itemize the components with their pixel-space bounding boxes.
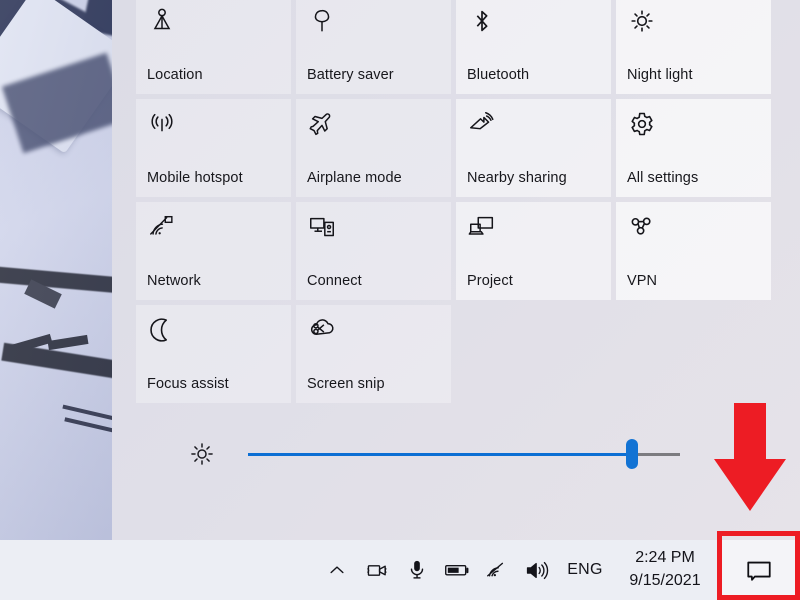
quick-action-tile-battery-saver[interactable]: Battery saver xyxy=(296,0,451,94)
quick-action-label: VPN xyxy=(627,274,760,292)
clock[interactable]: 2:24 PM 9/15/2021 xyxy=(613,540,717,600)
bluetooth-icon xyxy=(467,6,497,36)
volume-icon[interactable] xyxy=(517,540,557,600)
screen-snip-icon xyxy=(307,315,337,345)
slider-thumb[interactable] xyxy=(626,439,638,469)
quick-action-label: All settings xyxy=(627,171,760,189)
brightness-slider[interactable] xyxy=(248,442,680,466)
moon-icon xyxy=(147,315,177,345)
gear-icon xyxy=(627,109,657,139)
quick-action-tile-project[interactable]: Project xyxy=(456,202,611,300)
show-hidden-icons-chevron-icon[interactable] xyxy=(317,540,357,600)
quick-action-label: Focus assist xyxy=(147,377,280,395)
microphone-icon[interactable] xyxy=(397,540,437,600)
desktop-wallpaper[interactable] xyxy=(0,0,112,540)
language-indicator[interactable]: ENG xyxy=(557,540,613,600)
airplane-mode-icon xyxy=(307,109,337,139)
quick-action-label: Bluetooth xyxy=(467,68,600,86)
quick-action-tile-location[interactable]: Location xyxy=(136,0,291,94)
quick-action-tile-nearby-sharing[interactable]: Nearby sharing xyxy=(456,99,611,197)
quick-action-label: Network xyxy=(147,274,280,292)
screen: Location Battery saver xyxy=(0,0,800,600)
wallpaper-shading xyxy=(0,0,112,540)
annotation-arrow-down-icon xyxy=(712,401,788,516)
battery-saver-icon xyxy=(307,6,337,36)
slider-fill xyxy=(248,453,632,456)
quick-action-tile-airplane-mode[interactable]: Airplane mode xyxy=(296,99,451,197)
wifi-icon[interactable] xyxy=(477,540,517,600)
speech-bubble-icon xyxy=(745,559,773,582)
quick-action-tile-vpn[interactable]: VPN xyxy=(616,202,771,300)
quick-action-tile-night-light[interactable]: Night light xyxy=(616,0,771,94)
quick-action-tile-network[interactable]: Network xyxy=(136,202,291,300)
quick-action-label: Nearby sharing xyxy=(467,171,600,189)
mobile-hotspot-icon xyxy=(147,109,177,139)
quick-action-label: Airplane mode xyxy=(307,171,440,189)
quick-action-label: Connect xyxy=(307,274,440,292)
clock-date: 9/15/2021 xyxy=(629,570,700,593)
project-icon xyxy=(467,212,497,242)
quick-action-label: Mobile hotspot xyxy=(147,171,280,189)
quick-action-label: Screen snip xyxy=(307,377,440,395)
network-icon xyxy=(147,212,177,242)
vpn-icon xyxy=(627,212,657,242)
clock-time: 2:24 PM xyxy=(635,547,695,570)
quick-action-tile-mobile-hotspot[interactable]: Mobile hotspot xyxy=(136,99,291,197)
system-tray: ENG 2:24 PM 9/15/2021 xyxy=(317,540,800,600)
quick-actions-grid: Location Battery saver xyxy=(136,0,772,403)
taskbar: ENG 2:24 PM 9/15/2021 xyxy=(0,540,800,600)
notification-center-button[interactable] xyxy=(717,540,800,600)
brightness-icon xyxy=(188,440,216,468)
quick-action-tile-bluetooth[interactable]: Bluetooth xyxy=(456,0,611,94)
action-center-panel: Location Battery saver xyxy=(112,0,800,540)
quick-action-tile-connect[interactable]: Connect xyxy=(296,202,451,300)
quick-action-label: Project xyxy=(467,274,600,292)
night-light-icon xyxy=(627,6,657,36)
quick-action-tile-screen-snip[interactable]: Screen snip xyxy=(296,305,451,403)
quick-action-label: Location xyxy=(147,68,280,86)
quick-action-label: Night light xyxy=(627,68,760,86)
quick-action-tile-all-settings[interactable]: All settings xyxy=(616,99,771,197)
quick-action-tile-focus-assist[interactable]: Focus assist xyxy=(136,305,291,403)
quick-action-label: Battery saver xyxy=(307,68,440,86)
camera-icon[interactable] xyxy=(357,540,397,600)
connect-icon xyxy=(307,212,337,242)
brightness-control xyxy=(188,430,768,478)
battery-icon[interactable] xyxy=(437,540,477,600)
nearby-sharing-icon xyxy=(467,109,497,139)
location-icon xyxy=(147,6,177,36)
